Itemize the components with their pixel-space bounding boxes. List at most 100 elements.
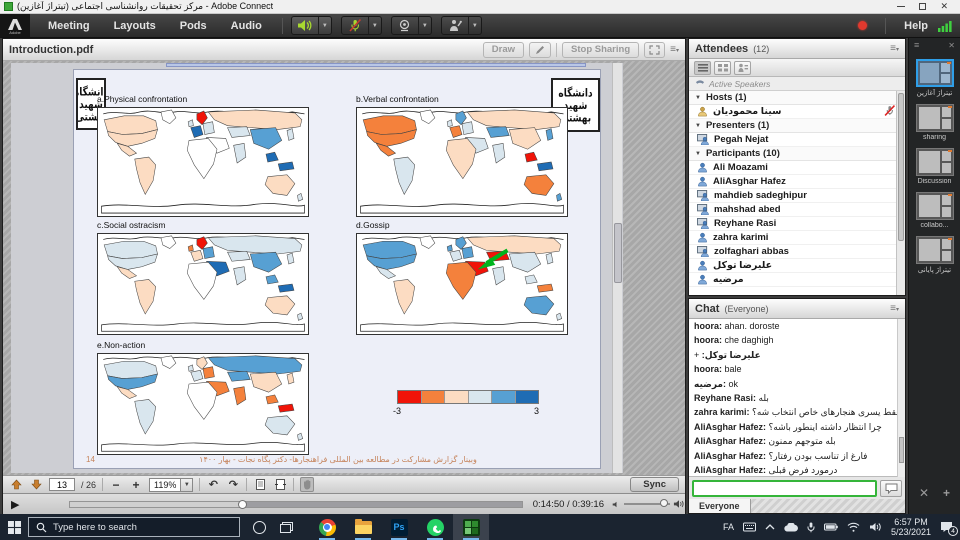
zoom-select[interactable]: 119% ▼: [149, 478, 193, 492]
layout-thumbnail[interactable]: [916, 192, 954, 220]
rail-close-icon[interactable]: ✕: [948, 41, 955, 50]
chevron-up-icon[interactable]: [765, 523, 775, 531]
page-up-button[interactable]: [9, 477, 23, 492]
keyboard-icon[interactable]: [743, 522, 756, 532]
taskbar-app-photoshop[interactable]: Ps: [381, 514, 417, 540]
layout-thumbnail[interactable]: [916, 59, 954, 87]
volume-icon[interactable]: [869, 522, 882, 532]
layout-item-3[interactable]: collabo...: [909, 192, 960, 229]
chat-message: hoora: che daghigh: [689, 333, 905, 347]
layout-item-2[interactable]: Discussion: [909, 148, 960, 185]
microphone-dropdown[interactable]: ▼: [368, 17, 381, 34]
attendees-scrollbar[interactable]: [896, 91, 905, 295]
attendee-row[interactable]: Reyhane Rasi: [689, 217, 905, 231]
attendee-group-header-1[interactable]: ▼Presenters (1): [689, 119, 905, 133]
webcam-dropdown[interactable]: ▼: [418, 17, 431, 34]
grid-view-button[interactable]: [714, 61, 731, 75]
pan-hand-tool[interactable]: [300, 477, 314, 492]
volume-knob[interactable]: [660, 499, 668, 507]
speaker-dropdown[interactable]: ▼: [318, 17, 331, 34]
chat-message: Reyhane Rasi: بله: [689, 391, 905, 405]
microphone-button[interactable]: ▼: [341, 16, 382, 35]
help-menu[interactable]: Help: [904, 20, 928, 32]
attendee-row[interactable]: mahdieb sadeghipur: [689, 189, 905, 203]
rotate-left-button[interactable]: ↶: [206, 477, 220, 492]
zoom-dropdown-icon[interactable]: ▼: [180, 479, 192, 491]
zoom-out-button[interactable]: −: [109, 477, 123, 492]
mic-icon[interactable]: [807, 522, 815, 533]
menu-meeting[interactable]: Meeting: [36, 20, 102, 32]
draw-button[interactable]: Draw: [483, 42, 524, 58]
speaker-button[interactable]: ▼: [291, 16, 332, 35]
taskbar-search[interactable]: Type here to search: [28, 517, 240, 537]
layout-item-1[interactable]: sharing: [909, 104, 960, 141]
fit-page-button[interactable]: [253, 477, 267, 492]
wifi-icon[interactable]: [847, 522, 860, 532]
share-pod-menu-icon[interactable]: ≡▾: [670, 45, 679, 55]
taskbar-app-file-explorer[interactable]: [345, 514, 381, 540]
choropleth-map-d: d.Gossip: [356, 220, 568, 335]
attendee-row[interactable]: zahra karimi: [689, 231, 905, 245]
attendee-group-header-2[interactable]: ▼Participants (10): [689, 147, 905, 161]
attendee-row[interactable]: سینا محمودیان: [689, 105, 905, 119]
volume-slider[interactable]: [624, 503, 670, 505]
chat-message-input[interactable]: [692, 480, 877, 497]
battery-icon[interactable]: [824, 523, 838, 531]
status-button[interactable]: ▼: [441, 16, 482, 35]
play-button[interactable]: ▶: [3, 498, 27, 511]
cloud-icon[interactable]: [784, 523, 798, 532]
close-icon[interactable]: ✕: [940, 2, 948, 11]
rail-menu-icon[interactable]: ≡: [914, 40, 919, 50]
status-view-button[interactable]: [734, 61, 751, 75]
attendee-row[interactable]: mahshad abed: [689, 203, 905, 217]
layout-thumbnail[interactable]: [916, 148, 954, 176]
minimize-icon[interactable]: [897, 6, 905, 8]
attendees-pod-menu-icon[interactable]: ≡▾: [890, 44, 899, 54]
seek-bar[interactable]: [69, 501, 522, 508]
start-button[interactable]: [0, 514, 28, 540]
status-dropdown[interactable]: ▼: [468, 17, 481, 34]
taskbar-app-whatsapp[interactable]: [417, 514, 453, 540]
layout-item-4[interactable]: تیتراژ پایانی: [909, 236, 960, 274]
menu-layouts[interactable]: Layouts: [102, 20, 168, 32]
attendee-row[interactable]: Ali Moazami: [689, 161, 905, 175]
menu-pods[interactable]: Pods: [168, 20, 219, 32]
maximize-icon[interactable]: [919, 3, 926, 10]
fit-width-button[interactable]: [273, 477, 287, 492]
list-view-button[interactable]: [694, 61, 711, 75]
chat-scrollbar[interactable]: [897, 319, 905, 477]
pointer-pen-button[interactable]: [529, 42, 551, 58]
rotate-right-button[interactable]: ↷: [226, 477, 240, 492]
attendee-row[interactable]: علیرضا توکل: [689, 259, 905, 273]
zoom-in-button[interactable]: +: [129, 477, 143, 492]
send-message-button[interactable]: [880, 480, 902, 497]
attendee-group-header-0[interactable]: ▼Hosts (1): [689, 91, 905, 105]
add-layout-icon[interactable]: +: [943, 486, 950, 500]
seek-thumb[interactable]: [238, 500, 247, 509]
page-number-input[interactable]: [49, 478, 75, 491]
cortana-icon[interactable]: [253, 521, 266, 534]
page-down-button[interactable]: [29, 477, 43, 492]
taskbar-clock[interactable]: 6:57 PM 5/23/2021: [891, 517, 931, 537]
action-center-button[interactable]: 4: [940, 521, 954, 533]
layout-thumbnail[interactable]: [916, 104, 954, 132]
pdf-scrollbar[interactable]: [612, 63, 622, 473]
webcam-button[interactable]: ▼: [391, 16, 432, 35]
sync-button[interactable]: Sync: [630, 477, 679, 492]
layout-thumbnail[interactable]: [916, 236, 954, 264]
task-view-button[interactable]: [280, 522, 293, 533]
taskbar-app-adobe-connect[interactable]: [453, 514, 489, 540]
attendee-row[interactable]: مرضیه: [689, 273, 905, 287]
fullscreen-button[interactable]: [644, 42, 665, 58]
attendee-row[interactable]: AliAsghar Hafez: [689, 175, 905, 189]
chat-tab-everyone[interactable]: Everyone: [689, 499, 751, 513]
stop-sharing-button[interactable]: Stop Sharing: [562, 42, 639, 58]
attendee-row[interactable]: zolfaghari abbas: [689, 245, 905, 259]
attendee-row[interactable]: Pegah Nejat: [689, 133, 905, 147]
chat-pod-menu-icon[interactable]: ≡▾: [890, 304, 899, 314]
taskbar-app-chrome[interactable]: [309, 514, 345, 540]
layout-item-0[interactable]: تیتراژ آغازین: [909, 59, 960, 97]
delete-layout-icon[interactable]: ✕: [919, 486, 929, 500]
language-indicator[interactable]: FA: [723, 522, 734, 532]
menu-audio[interactable]: Audio: [219, 20, 274, 32]
